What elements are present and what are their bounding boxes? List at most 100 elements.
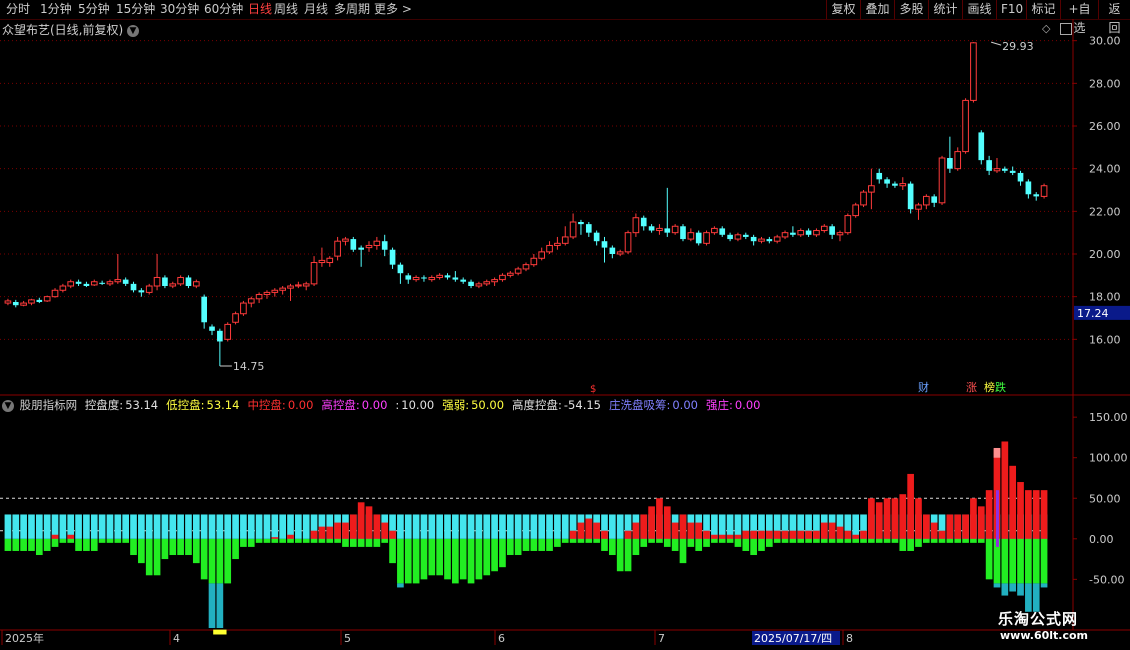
ind-red-bar xyxy=(695,522,703,539)
ind-green-bar xyxy=(263,538,271,543)
ind-green-bar xyxy=(232,538,239,560)
ind-red-bar xyxy=(868,498,875,539)
ind-yellow-bar xyxy=(213,629,227,635)
ind-cyan-bar xyxy=(452,514,459,539)
ind-axis-label-4: -50.00 xyxy=(1089,573,1124,586)
ind-axis-label-3: 0.00 xyxy=(1089,533,1114,546)
candle-body xyxy=(860,191,867,206)
ind-green-bar xyxy=(828,538,836,543)
candle-body xyxy=(593,232,600,242)
ind-teal-bar xyxy=(1009,583,1017,592)
ind-red-bar xyxy=(271,537,279,539)
ind-green-bar xyxy=(67,538,75,543)
ind-green-bar xyxy=(813,538,820,543)
ind-green-bar xyxy=(98,538,106,543)
ind-green-bar xyxy=(938,538,946,543)
ind-green-bar xyxy=(279,538,286,543)
ind-cyan-bar xyxy=(98,514,106,539)
ind-green-bar xyxy=(554,538,561,547)
ind-cyan-bar xyxy=(35,514,43,539)
ind-teal-bar xyxy=(1017,583,1024,596)
candle-body xyxy=(1002,168,1008,171)
indicator-item-value: -54.15 xyxy=(563,398,601,412)
ind-cyan-bar xyxy=(161,514,169,539)
ind-green-bar xyxy=(1025,538,1032,584)
ind-green-bar xyxy=(922,538,930,543)
ind-green-bar xyxy=(609,538,616,556)
ind-green-bar xyxy=(420,538,428,580)
candle-body xyxy=(444,275,451,278)
ind-green-bar xyxy=(28,538,35,551)
ind-red-bar xyxy=(907,473,914,539)
candle-body xyxy=(334,240,341,257)
ind-green-bar xyxy=(852,538,860,543)
candle-body xyxy=(421,277,427,279)
ind-red-bar xyxy=(820,522,828,539)
candle-body xyxy=(993,168,1001,172)
ind-cyan-bar xyxy=(208,514,216,539)
ind-green-bar xyxy=(90,538,98,551)
ind-green-bar xyxy=(310,538,318,543)
indicator-item-label: : xyxy=(395,398,400,412)
ind-green-bar xyxy=(349,538,357,547)
ind-red-bar xyxy=(1009,465,1017,539)
ind-green-bar xyxy=(153,538,161,576)
ind-red-bar xyxy=(711,534,718,539)
ind-red-bar xyxy=(938,530,946,539)
high-pointer xyxy=(990,41,1002,46)
ind-red-bar xyxy=(734,534,742,539)
ind-green-bar xyxy=(930,538,938,543)
ind-cyan-bar xyxy=(145,514,153,539)
ind-cyan-bar xyxy=(404,514,412,539)
ind-green-bar xyxy=(734,538,742,547)
candle-body xyxy=(868,185,875,193)
time-label-4: 7 xyxy=(658,632,665,645)
current-price-label: 17.24 xyxy=(1077,307,1109,320)
ind-cyan-bar xyxy=(295,514,302,539)
candle-body xyxy=(876,172,883,180)
ind-red-bar xyxy=(726,534,734,539)
ind-cyan-bar xyxy=(75,514,82,539)
ind-green-bar xyxy=(561,538,569,543)
candle-body xyxy=(844,215,852,234)
ind-green-bar xyxy=(271,538,279,543)
ind-green-bar xyxy=(907,538,914,551)
candle-body xyxy=(412,276,420,281)
ind-green-bar xyxy=(145,538,153,576)
ind-green-bar xyxy=(506,538,514,556)
ind-cyan-bar xyxy=(491,514,498,539)
candle-body xyxy=(318,259,326,264)
ind-green-bar xyxy=(546,538,553,551)
candle-body xyxy=(907,183,914,210)
chart-canvas[interactable]: 30.00 28.00 26.00 24.00 22.00 20.00 18.00 16.00… xyxy=(0,0,1130,650)
candle-body xyxy=(255,294,263,300)
time-label-5: 8 xyxy=(846,632,853,645)
ind-green-bar xyxy=(915,538,922,547)
ind-red-bar xyxy=(828,522,836,539)
indicator-name[interactable]: 股朋指标网 xyxy=(20,398,78,412)
candle-body xyxy=(271,289,279,293)
ind-red-bar xyxy=(624,530,632,539)
candle-body xyxy=(750,236,757,242)
indicator-collapse-icon[interactable]: ▼ xyxy=(2,399,14,412)
candle-body xyxy=(695,232,702,244)
ind-red-bar xyxy=(671,522,679,539)
indicator-item-5: 强弱: 50.00 xyxy=(442,398,508,412)
candle-body xyxy=(67,281,75,287)
candle-body xyxy=(703,232,710,244)
ind-green-bar xyxy=(4,538,12,551)
marker-bang: 榜 xyxy=(984,380,995,394)
ind-cyan-bar xyxy=(412,514,420,539)
candle-body xyxy=(83,283,90,286)
ind-green-bar xyxy=(397,538,404,584)
ind-green-bar xyxy=(656,538,663,543)
ind-green-bar xyxy=(797,538,805,543)
candle-body xyxy=(546,244,553,253)
indicator-item-0: 控盘度: 53.14 xyxy=(85,398,162,412)
indicator-item-8: 强庄: 0.00 xyxy=(706,398,764,412)
ind-cyan-bar xyxy=(420,514,428,539)
ind-green-bar xyxy=(538,538,546,551)
ind-green-bar xyxy=(169,538,177,556)
ind-green-bar xyxy=(781,538,789,543)
ind-green-bar xyxy=(640,538,648,547)
